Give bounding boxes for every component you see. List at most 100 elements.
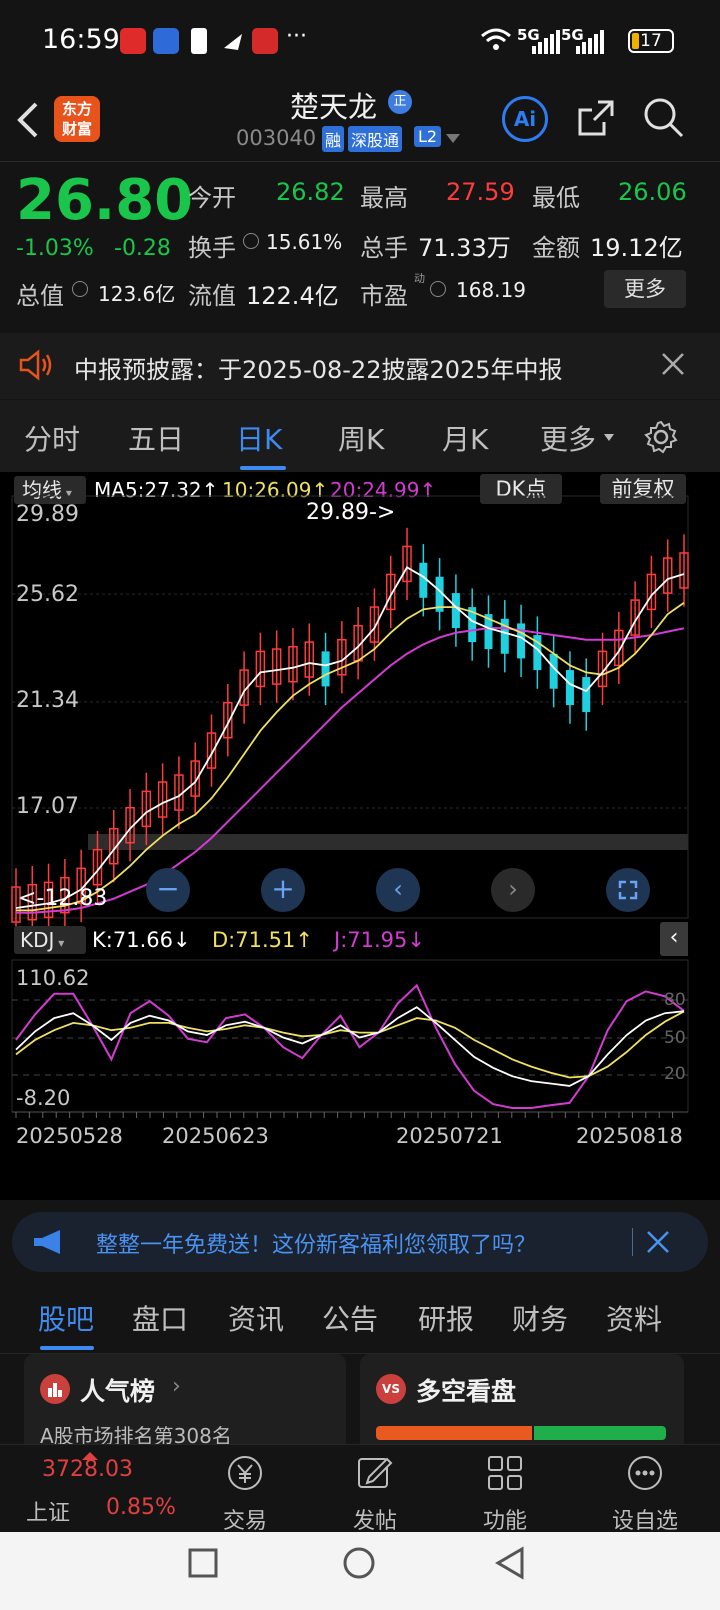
- app-notification-icon: [120, 28, 146, 54]
- announcement-bar[interactable]: 中报预披露：于2025-08-22披露2025年中报: [0, 333, 720, 399]
- popularity-card[interactable]: 人气榜 › A股市场排名第308名: [24, 1354, 346, 1444]
- tab-intraday[interactable]: 分时: [24, 418, 80, 458]
- speaker-icon: [18, 349, 54, 385]
- scroll-right-button[interactable]: ›: [491, 868, 535, 912]
- index-up-arrow: [82, 1445, 98, 1460]
- more-metrics-button[interactable]: 更多: [604, 270, 686, 308]
- grid-icon: [460, 1453, 550, 1497]
- ai-assistant-button[interactable]: Ai: [502, 96, 548, 142]
- home-button[interactable]: [342, 1546, 376, 1584]
- tab-financials[interactable]: 财务: [512, 1298, 568, 1338]
- margin-tag: 融: [322, 126, 345, 152]
- tab-more[interactable]: 更多: [540, 418, 596, 458]
- tab-monthly-k[interactable]: 月K: [442, 418, 488, 458]
- tab-forum[interactable]: 股吧: [38, 1298, 94, 1338]
- recent-apps-button[interactable]: [188, 1548, 218, 1582]
- fullscreen-icon[interactable]: [606, 868, 650, 912]
- scroll-left-button[interactable]: ‹: [376, 868, 420, 912]
- kline-plot[interactable]: [0, 472, 720, 1200]
- tab-orderbook[interactable]: 盘口: [132, 1298, 188, 1338]
- index-value[interactable]: 3728.03: [42, 1457, 133, 1482]
- more-notifications-icon: ···: [286, 24, 307, 49]
- search-icon[interactable]: [642, 96, 684, 142]
- y-tick-label: 29.89: [16, 502, 79, 527]
- kdj-level-50: 50: [664, 1028, 686, 1048]
- x-tick-label: 20250721: [396, 1124, 503, 1148]
- chevron-down-icon[interactable]: [446, 134, 460, 143]
- tab-profile[interactable]: 资料: [606, 1298, 662, 1338]
- eastmoney-logo: 东方 财富: [54, 96, 100, 142]
- index-name[interactable]: 上证: [26, 1495, 70, 1527]
- nav-functions[interactable]: 功能: [460, 1453, 550, 1535]
- indicator-selector[interactable]: KDJ ▾: [14, 926, 86, 954]
- nav-post[interactable]: 发帖: [330, 1453, 420, 1535]
- chevron-down-icon: [604, 434, 614, 441]
- tab-daily-k[interactable]: 日K: [236, 418, 282, 458]
- pe-value: 168.19: [456, 278, 526, 302]
- open-label: 今开: [188, 184, 236, 212]
- tab-news[interactable]: 资讯: [228, 1298, 284, 1338]
- pe-dynamic-mark: 动: [414, 272, 425, 285]
- content-tabs: 股吧 盘口 资讯 公告 研报 财务 资料: [0, 1284, 720, 1354]
- nav-trade[interactable]: 交易: [200, 1453, 290, 1535]
- tab-five-day[interactable]: 五日: [128, 418, 184, 458]
- bull-bear-card[interactable]: VS 多空看盘: [360, 1354, 684, 1444]
- back-button[interactable]: [494, 1546, 526, 1584]
- candle-body: [565, 670, 574, 706]
- tab-research[interactable]: 研报: [418, 1298, 474, 1338]
- kdj-j-label: J:71.95↓: [334, 928, 425, 952]
- back-icon[interactable]: [16, 100, 40, 144]
- kdj-k-label: K:71.66↓: [92, 928, 191, 952]
- gear-icon[interactable]: [644, 420, 678, 458]
- kdj-d-label: D:71.51↑: [212, 928, 313, 952]
- candle-body: [517, 623, 526, 659]
- app-notification-icon: [153, 28, 179, 54]
- active-tab-indicator: [240, 466, 286, 470]
- ma5-line: [15, 566, 685, 909]
- nav-add-watchlist[interactable]: 设自选: [590, 1453, 700, 1535]
- bull-bar: [376, 1426, 532, 1440]
- battery-icon: 17: [628, 29, 674, 53]
- high-value: 27.59: [446, 178, 515, 206]
- close-icon[interactable]: [646, 1230, 670, 1258]
- y-tick-label: 25.62: [16, 582, 79, 607]
- promo-banner[interactable]: 整整一年免费送！这份新客福利您领取了吗？: [12, 1212, 708, 1272]
- low-label: 最低: [532, 184, 580, 212]
- status-bar: 16:59 ··· 5G 5G 17: [0, 0, 720, 80]
- mktcap-value: 123.6亿: [98, 282, 176, 306]
- index-change[interactable]: 0.85%: [106, 1495, 176, 1520]
- close-icon[interactable]: [660, 351, 686, 381]
- candle-body: [321, 651, 330, 687]
- volume-value: 71.33万: [418, 234, 511, 262]
- high-label: 最高: [360, 184, 408, 212]
- tab-announcements[interactable]: 公告: [322, 1298, 378, 1338]
- tab-weekly-k[interactable]: 周K: [338, 418, 384, 458]
- info-icon[interactable]: [72, 281, 88, 297]
- chart-period-tabs: 分时 五日 日K 周K 月K 更多: [0, 400, 720, 472]
- announcement-text: 中报预披露：于2025-08-22披露2025年中报: [74, 356, 563, 384]
- share-icon[interactable]: [576, 98, 616, 142]
- amount-label: 金额: [532, 234, 580, 262]
- mktcap-label: 总值: [16, 282, 64, 310]
- signal-icon: [576, 28, 604, 54]
- bull-bear-title: 多空看盘: [416, 1377, 517, 1406]
- stock-header: 东方 财富 楚天龙 正 003040 融 深股通 L2 Ai: [0, 80, 720, 162]
- info-icon[interactable]: [430, 281, 446, 297]
- float-value: 122.4亿: [246, 282, 339, 310]
- yen-icon: [200, 1453, 290, 1497]
- level2-tag: L2: [414, 126, 442, 147]
- x-tick-label: 20250528: [16, 1124, 123, 1148]
- kline-chart[interactable]: 均线 ▾ MA5:27.32↑ 10:26.09↑ 20:24.99↑ DK点 …: [0, 472, 720, 1200]
- megaphone-icon: [32, 1228, 66, 1260]
- float-label: 流值: [188, 282, 236, 310]
- kdj-j-line: [15, 983, 685, 1109]
- connect-tag: 深股通: [348, 126, 403, 152]
- y-tick-label: 21.34: [16, 688, 79, 713]
- zoom-out-button[interactable]: −: [146, 868, 190, 912]
- info-icon[interactable]: [243, 233, 259, 249]
- y-tick-label: 17.07: [16, 794, 79, 819]
- active-tab-indicator: [40, 1346, 94, 1350]
- zoom-in-button[interactable]: +: [261, 868, 305, 912]
- status-time: 16:59: [42, 24, 120, 55]
- collapse-panel-button[interactable]: ‹: [660, 922, 688, 956]
